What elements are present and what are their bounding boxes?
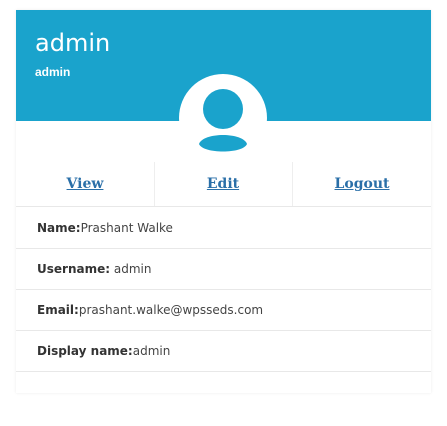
- logout-link[interactable]: Logout: [335, 176, 390, 192]
- email-row: Email:prashant.walke@wpsseds.com: [16, 290, 431, 331]
- name-value: Prashant Walke: [80, 221, 173, 235]
- user-avatar-icon: [199, 89, 247, 152]
- nav-cell-view: View: [16, 162, 155, 206]
- view-link[interactable]: View: [67, 176, 104, 192]
- profile-card: admin admin View Edit Logout Name:Prasha…: [16, 10, 431, 393]
- edit-link[interactable]: Edit: [207, 176, 239, 192]
- nav-cell-edit: Edit: [154, 162, 293, 206]
- name-row: Name:Prashant Walke: [16, 208, 431, 249]
- username-row: Username: admin: [16, 249, 431, 290]
- nav-cell-logout: Logout: [293, 162, 431, 206]
- email-label: Email:: [37, 303, 79, 317]
- display-name-label: Display name:: [37, 344, 133, 358]
- display-name-row: Display name:admin: [16, 331, 431, 372]
- avatar: [179, 74, 267, 162]
- profile-title: admin: [35, 29, 111, 57]
- name-label: Name:: [37, 221, 81, 235]
- profile-role: admin: [35, 65, 71, 79]
- username-value: admin: [110, 262, 152, 276]
- profile-nav: View Edit Logout: [16, 162, 431, 207]
- display-name-value: admin: [132, 344, 171, 358]
- username-label: Username:: [37, 262, 111, 276]
- email-value: prashant.walke@wpsseds.com: [78, 303, 264, 317]
